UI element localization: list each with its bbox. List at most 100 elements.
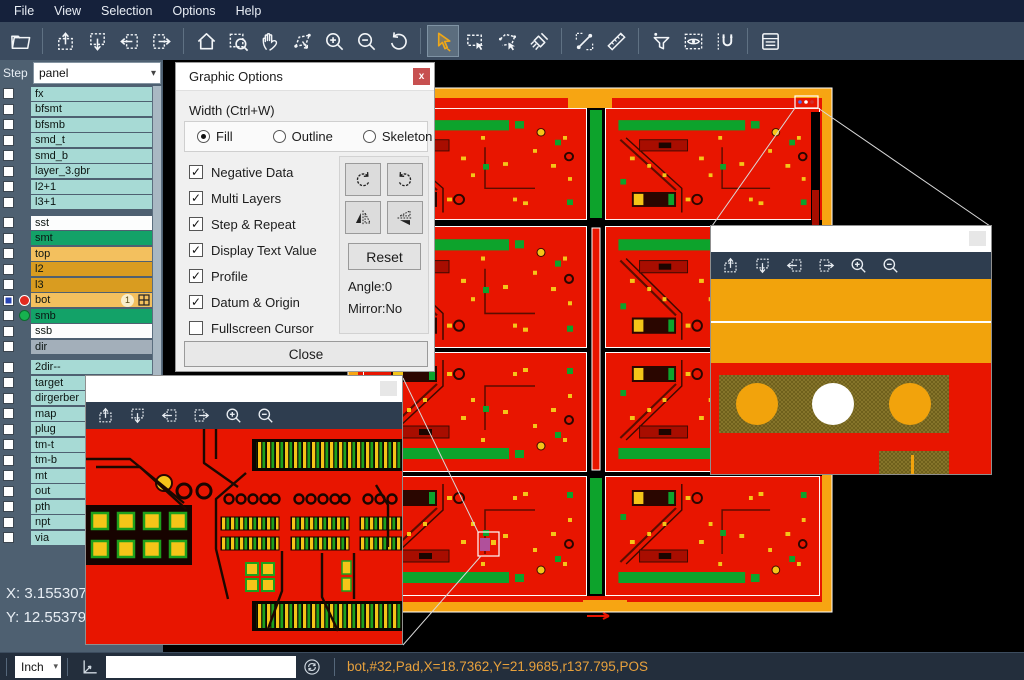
layer-checkbox[interactable] (3, 166, 14, 177)
layer-checkbox[interactable] (3, 119, 14, 130)
mirror-vertical-button[interactable] (387, 201, 423, 234)
layer-checkbox[interactable] (3, 279, 14, 290)
layer-row-smt[interactable]: smt (0, 231, 152, 247)
check-fullscreen-cursor[interactable]: Fullscreen Cursor (189, 315, 317, 341)
layer-row-bot[interactable]: bot 1 (0, 293, 152, 309)
layer-checkbox[interactable] (3, 362, 14, 373)
pan-up-icon[interactable] (96, 406, 115, 425)
pan-down-icon[interactable] (753, 256, 772, 275)
layer-checkbox[interactable] (3, 501, 14, 512)
popup-menu-button[interactable] (969, 231, 986, 246)
corner-origin-icon[interactable] (80, 657, 100, 677)
command-input[interactable] (106, 656, 296, 678)
unit-select[interactable]: Inch▾ (15, 656, 61, 678)
layer-checkbox-selected[interactable] (3, 295, 14, 306)
layer-row-fx[interactable]: fx (0, 86, 152, 102)
mirror-horizontal-button[interactable] (345, 201, 381, 234)
rotate-ccw-button[interactable] (387, 163, 423, 196)
zoom-out-icon[interactable] (256, 406, 275, 425)
layer-checkbox[interactable] (3, 326, 14, 337)
ruler-button[interactable] (600, 25, 632, 57)
close-button[interactable]: Close (184, 341, 428, 367)
pan-up-icon[interactable] (721, 256, 740, 275)
layer-checkbox[interactable] (3, 439, 14, 450)
layer-checkbox[interactable] (3, 150, 14, 161)
check-negative-data[interactable]: ✓Negative Data (189, 159, 317, 185)
layer-row-smb[interactable]: smb (0, 308, 152, 324)
zoom-object-button[interactable] (286, 25, 318, 57)
layer-row-ssb[interactable]: ssb (0, 324, 152, 340)
layer-row-sst[interactable]: sst (0, 215, 152, 231)
popup-title-bar[interactable] (86, 376, 402, 402)
layer-row-bfsmb[interactable]: bfsmb (0, 117, 152, 133)
scrollbar-thumb[interactable] (153, 86, 161, 376)
snap-magnet-button[interactable] (709, 25, 741, 57)
check-multi-layers[interactable]: ✓Multi Layers (189, 185, 317, 211)
grid-icon[interactable] (138, 294, 150, 306)
layer-row-bfsmt[interactable]: bfsmt (0, 102, 152, 118)
step-select[interactable]: panel▾ (33, 62, 161, 84)
zoom-in-icon[interactable] (849, 256, 868, 275)
open-file-button[interactable] (4, 25, 36, 57)
layer-row-top[interactable]: top (0, 246, 152, 262)
layer-checkbox[interactable] (3, 248, 14, 259)
check-step-repeat[interactable]: ✓Step & Repeat (189, 211, 317, 237)
popup-menu-button[interactable] (380, 381, 397, 396)
layer-checkbox[interactable] (3, 341, 14, 352)
menu-view[interactable]: View (44, 0, 91, 22)
pan-right-icon[interactable] (192, 406, 211, 425)
layer-checkbox[interactable] (3, 135, 14, 146)
menu-help[interactable]: Help (226, 0, 272, 22)
pan-hand-button[interactable] (254, 25, 286, 57)
filter-button[interactable] (645, 25, 677, 57)
pan-left-button[interactable] (113, 25, 145, 57)
reset-button[interactable]: Reset (348, 243, 421, 270)
zoom-in-icon[interactable] (224, 406, 243, 425)
zoom-in-button[interactable] (318, 25, 350, 57)
layer-checkbox[interactable] (3, 517, 14, 528)
layer-row-l2[interactable]: l2 (0, 262, 152, 278)
zoom-window-button[interactable] (222, 25, 254, 57)
layer-row-layer_3[interactable]: layer_3.gbr (0, 164, 152, 180)
layer-checkbox[interactable] (3, 470, 14, 481)
layer-checkbox[interactable] (3, 217, 14, 228)
clean-brush-button[interactable] (523, 25, 555, 57)
layer-checkbox[interactable] (3, 455, 14, 466)
pan-down-icon[interactable] (128, 406, 147, 425)
dialog-close-button[interactable]: x (413, 68, 430, 85)
layer-checkbox[interactable] (3, 264, 14, 275)
pan-left-icon[interactable] (160, 406, 179, 425)
layer-row-dir[interactable]: dir (0, 339, 152, 355)
check-datum-origin[interactable]: ✓Datum & Origin (189, 289, 317, 315)
radio-outline[interactable]: Outline (273, 129, 333, 144)
menu-options[interactable]: Options (162, 0, 225, 22)
magnified-pcb-view[interactable] (86, 429, 402, 644)
view-options-button[interactable] (677, 25, 709, 57)
layer-checkbox[interactable] (3, 181, 14, 192)
layer-checkbox[interactable] (3, 532, 14, 543)
layer-checkbox[interactable] (3, 88, 14, 99)
layer-row-smd_b[interactable]: smd_b (0, 148, 152, 164)
layer-row-smd_t[interactable]: smd_t (0, 133, 152, 149)
pan-right-icon[interactable] (817, 256, 836, 275)
layer-checkbox[interactable] (3, 377, 14, 388)
pan-up-button[interactable] (49, 25, 81, 57)
layer-checkbox[interactable] (3, 310, 14, 321)
menu-selection[interactable]: Selection (91, 0, 162, 22)
zoom-out-button[interactable] (350, 25, 382, 57)
check-profile[interactable]: ✓Profile (189, 263, 317, 289)
zoom-out-icon[interactable] (881, 256, 900, 275)
layer-checkbox[interactable] (3, 486, 14, 497)
layer-checkbox[interactable] (3, 424, 14, 435)
pan-left-icon[interactable] (785, 256, 804, 275)
zoom-previous-button[interactable] (382, 25, 414, 57)
refresh-icon[interactable] (302, 657, 322, 677)
layer-table-button[interactable] (754, 25, 786, 57)
check-display-text-value[interactable]: ✓Display Text Value (189, 237, 317, 263)
layer-row-l3+1[interactable]: l3+1 (0, 195, 152, 211)
pan-down-button[interactable] (81, 25, 113, 57)
layer-row-l3[interactable]: l3 (0, 277, 152, 293)
magnified-pcb-view[interactable] (711, 279, 991, 474)
radio-fill[interactable]: Fill (197, 129, 233, 144)
pan-right-button[interactable] (145, 25, 177, 57)
